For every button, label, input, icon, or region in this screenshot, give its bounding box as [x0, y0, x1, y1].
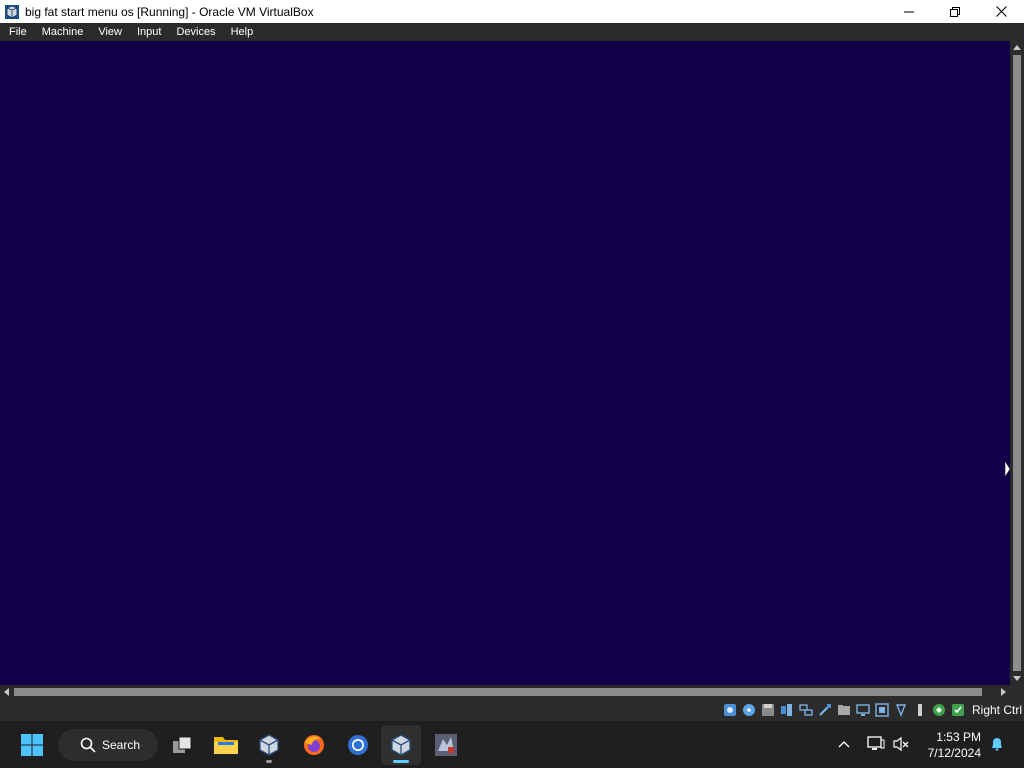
firefox-icon [304, 735, 324, 755]
volume-tray-button[interactable] [891, 734, 911, 754]
maximize-button[interactable] [932, 0, 978, 23]
scroll-right-arrow-icon[interactable] [1001, 688, 1006, 696]
hard-disk-icon[interactable] [722, 702, 738, 718]
game-app-icon [435, 734, 457, 756]
restore-icon [950, 6, 960, 17]
file-explorer-button[interactable] [206, 725, 246, 765]
status-icons-group [722, 702, 966, 718]
window-controls [886, 0, 1024, 23]
window-title: big fat start menu os [Running] - Oracle… [25, 4, 314, 19]
vm-status-bar: Right Ctrl [0, 699, 1024, 721]
taskbar-search[interactable]: Search [58, 729, 158, 761]
virtualbox-icon [4, 4, 20, 20]
search-icon [80, 737, 96, 753]
virtualbox-vm-button[interactable] [381, 725, 421, 765]
task-view-icon [173, 736, 192, 753]
display-icon[interactable] [855, 702, 871, 718]
close-button[interactable] [978, 0, 1024, 23]
menu-machine[interactable]: Machine [33, 23, 90, 41]
window-titlebar: big fat start menu os [Running] - Oracle… [0, 0, 1024, 23]
cpu-icon[interactable] [912, 702, 928, 718]
firefox-button[interactable] [294, 725, 334, 765]
vertical-scroll-thumb[interactable] [1013, 55, 1021, 671]
active-indicator [393, 760, 409, 763]
chrome-icon [348, 735, 368, 755]
network-tray-button[interactable] [866, 734, 886, 754]
network-tray-icon [867, 736, 885, 750]
menu-file[interactable]: File [0, 23, 33, 41]
minimize-icon [904, 11, 914, 12]
show-hidden-icons-button[interactable] [834, 734, 854, 754]
horizontal-scrollbar[interactable] [0, 685, 1010, 699]
virtualbox-manager-button[interactable] [249, 725, 289, 765]
scroll-left-arrow-icon[interactable] [4, 688, 9, 696]
network-icon[interactable] [798, 702, 814, 718]
scroll-up-arrow-icon[interactable] [1013, 45, 1021, 50]
host-key-label: Right Ctrl [971, 703, 1022, 717]
shared-folders-icon[interactable] [836, 702, 852, 718]
bell-icon [992, 738, 1002, 751]
game-app-button[interactable] [426, 725, 466, 765]
chrome-button[interactable] [338, 725, 378, 765]
usb-icon[interactable] [817, 702, 833, 718]
minimize-button[interactable] [886, 0, 932, 23]
close-icon [995, 6, 1007, 17]
menu-bar: File Machine View Input Devices Help [0, 23, 1024, 41]
task-view-button[interactable] [162, 725, 202, 765]
clock-time: 1:53 PM [936, 730, 981, 744]
horizontal-scroll-thumb[interactable] [14, 688, 982, 696]
chevron-up-icon [838, 741, 850, 748]
scroll-corner [1010, 685, 1024, 699]
clock-date: 7/12/2024 [927, 746, 981, 760]
menu-input[interactable]: Input [128, 23, 167, 41]
notifications-button[interactable] [987, 734, 1007, 754]
menu-view[interactable]: View [89, 23, 128, 41]
volume-muted-icon [893, 736, 909, 752]
menu-devices[interactable]: Devices [167, 23, 221, 41]
running-indicator [266, 760, 272, 763]
start-button[interactable] [12, 725, 52, 765]
floppy-icon[interactable] [760, 702, 776, 718]
scroll-down-arrow-icon[interactable] [1013, 676, 1021, 681]
mouse-cursor-icon [1005, 461, 1011, 477]
optical-drive-icon[interactable] [741, 702, 757, 718]
virtualbox-vm-icon [391, 734, 411, 756]
mouse-integration-icon[interactable] [931, 702, 947, 718]
virtualbox-cube-icon [259, 734, 279, 756]
search-label: Search [102, 738, 141, 752]
recording-icon[interactable] [893, 702, 909, 718]
video-capture-icon[interactable] [874, 702, 890, 718]
vm-display-area[interactable] [0, 41, 1010, 685]
windows-taskbar: Search 1:53 PM 7/12/2024 [0, 721, 1024, 768]
audio-icon[interactable] [779, 702, 795, 718]
folder-icon [214, 737, 238, 754]
windows-logo-icon [21, 734, 43, 756]
vertical-scrollbar[interactable] [1010, 41, 1024, 685]
keyboard-icon[interactable] [950, 702, 966, 718]
menu-help[interactable]: Help [222, 23, 260, 41]
taskbar-clock[interactable]: 1:53 PM 7/12/2024 [921, 729, 981, 761]
